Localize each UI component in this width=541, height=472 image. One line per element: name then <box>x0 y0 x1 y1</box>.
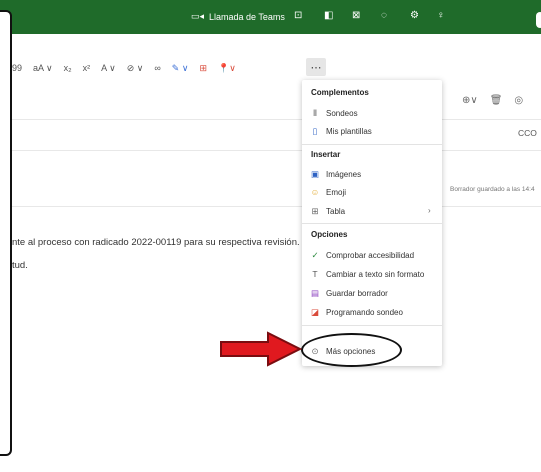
chart-icon: ⫴ <box>313 108 317 118</box>
menu-item-label: Tabla <box>326 207 346 216</box>
menu-item-guardar-borrador[interactable]: ▤ Guardar borrador <box>310 288 388 299</box>
divider <box>12 150 541 151</box>
superscript-button[interactable]: x² <box>83 63 91 73</box>
font-size-button[interactable]: aA ∨ <box>33 63 53 74</box>
lightbulb-icon[interactable]: ♀ <box>437 10 445 21</box>
avatar[interactable] <box>536 12 541 28</box>
section-insertar: Insertar <box>311 150 341 159</box>
section-complementos: Complementos <box>311 88 369 97</box>
schedule-icon: ◪ <box>310 307 320 317</box>
subscript-button[interactable]: x₂ <box>64 63 72 73</box>
teams-call-button[interactable]: ▭◂ Llamada de Teams <box>191 11 285 22</box>
divider <box>12 206 541 207</box>
menu-separator <box>302 325 442 326</box>
section-opciones: Opciones <box>311 230 348 239</box>
saved-status: Borrador guardado a las 14:4 <box>450 186 535 193</box>
divider <box>12 119 541 120</box>
pin-button[interactable]: 📍∨ <box>218 63 236 74</box>
bell-icon[interactable]: ◌ <box>381 10 387 21</box>
zoom-icon[interactable]: ⊕∨ <box>462 95 478 106</box>
arrow-shape <box>220 331 303 367</box>
menu-item-mis-plantillas[interactable]: ▯ Mis plantillas <box>310 126 372 137</box>
compose-tools: ⊕∨ 🗑 ◎ <box>462 95 523 106</box>
document-icon: ▯ <box>312 126 318 136</box>
menu-item-tabla[interactable]: ⊞ Tabla <box>310 206 345 217</box>
menu-item-imagenes[interactable]: ▣ Imágenes <box>310 169 361 180</box>
pen-button[interactable]: ✎ ∨ <box>172 63 189 74</box>
video-camera-icon: ▭◂ <box>191 11 205 21</box>
table-button[interactable]: ⊞ <box>199 63 207 74</box>
popout-icon[interactable]: ◎ <box>514 95 523 106</box>
quote-button[interactable]: 99 <box>12 63 22 73</box>
chevron-right-icon: › <box>428 206 431 215</box>
more-options-button[interactable]: ⋯ <box>306 58 326 76</box>
menu-item-label: Sondeos <box>326 109 358 118</box>
annotation-arrow <box>220 331 303 367</box>
menu-item-programando-sondeo[interactable]: ◪ Programando sondeo <box>310 307 403 318</box>
body-line-2[interactable]: tud. <box>12 260 28 271</box>
word-icon[interactable]: ◧ <box>324 10 333 21</box>
teams-call-label: Llamada de Teams <box>209 11 285 22</box>
menu-item-label: Cambiar a texto sin formato <box>326 269 425 279</box>
menu-item-label: Comprobar accesibilidad <box>326 251 415 260</box>
chat-icon[interactable]: ⊡ <box>294 10 302 21</box>
menu-item-label: Emoji <box>326 187 347 197</box>
trash-icon[interactable]: 🗑 <box>490 95 503 106</box>
text-icon: T <box>312 269 318 279</box>
body-line-1[interactable]: nte al proceso con radicado 2022-00119 p… <box>12 237 300 248</box>
megaphone-icon[interactable]: ⊠ <box>352 10 360 21</box>
menu-item-label: Programando sondeo <box>326 308 403 317</box>
menu-separator <box>302 223 442 224</box>
menu-separator <box>302 144 442 145</box>
more-options-menu: Complementos ⫴ Sondeos ▯ Mis plantillas … <box>302 80 442 366</box>
top-bar: ▭◂ Llamada de Teams ⊡ ◧ ⊠ ◌ ⚙ ♀ <box>0 0 541 34</box>
cco-field[interactable]: CCO <box>518 128 537 138</box>
format-toolbar: 99 aA ∨ x₂ x² A ∨ ⊘ ∨ ∞ ✎ ∨ ⊞ 📍∨ <box>12 52 312 84</box>
save-icon: ▤ <box>310 288 320 298</box>
menu-item-emoji[interactable]: ☺ Emoji <box>310 187 346 197</box>
menu-item-comprobar-accesibilidad[interactable]: ✓ Comprobar accesibilidad <box>310 250 414 261</box>
link-menu-button[interactable]: ⊘ ∨ <box>127 63 144 74</box>
image-icon: ▣ <box>310 169 320 179</box>
accessibility-icon: ✓ <box>311 250 319 260</box>
menu-item-label: Mis plantillas <box>326 127 372 136</box>
emoji-icon: ☺ <box>310 187 320 197</box>
menu-item-sondeos[interactable]: ⫴ Sondeos <box>310 108 358 119</box>
highlight-ellipse <box>301 333 402 367</box>
menu-item-label: Guardar borrador <box>326 289 388 298</box>
left-panel-frame <box>0 10 12 456</box>
menu-item-texto-sin-formato[interactable]: T Cambiar a texto sin formato <box>310 269 424 279</box>
highlight-button[interactable]: A ∨ <box>101 63 116 74</box>
menu-item-label: Imágenes <box>326 170 362 179</box>
table-icon: ⊞ <box>311 206 319 216</box>
link-button[interactable]: ∞ <box>154 63 160 73</box>
gear-icon[interactable]: ⚙ <box>410 10 419 21</box>
